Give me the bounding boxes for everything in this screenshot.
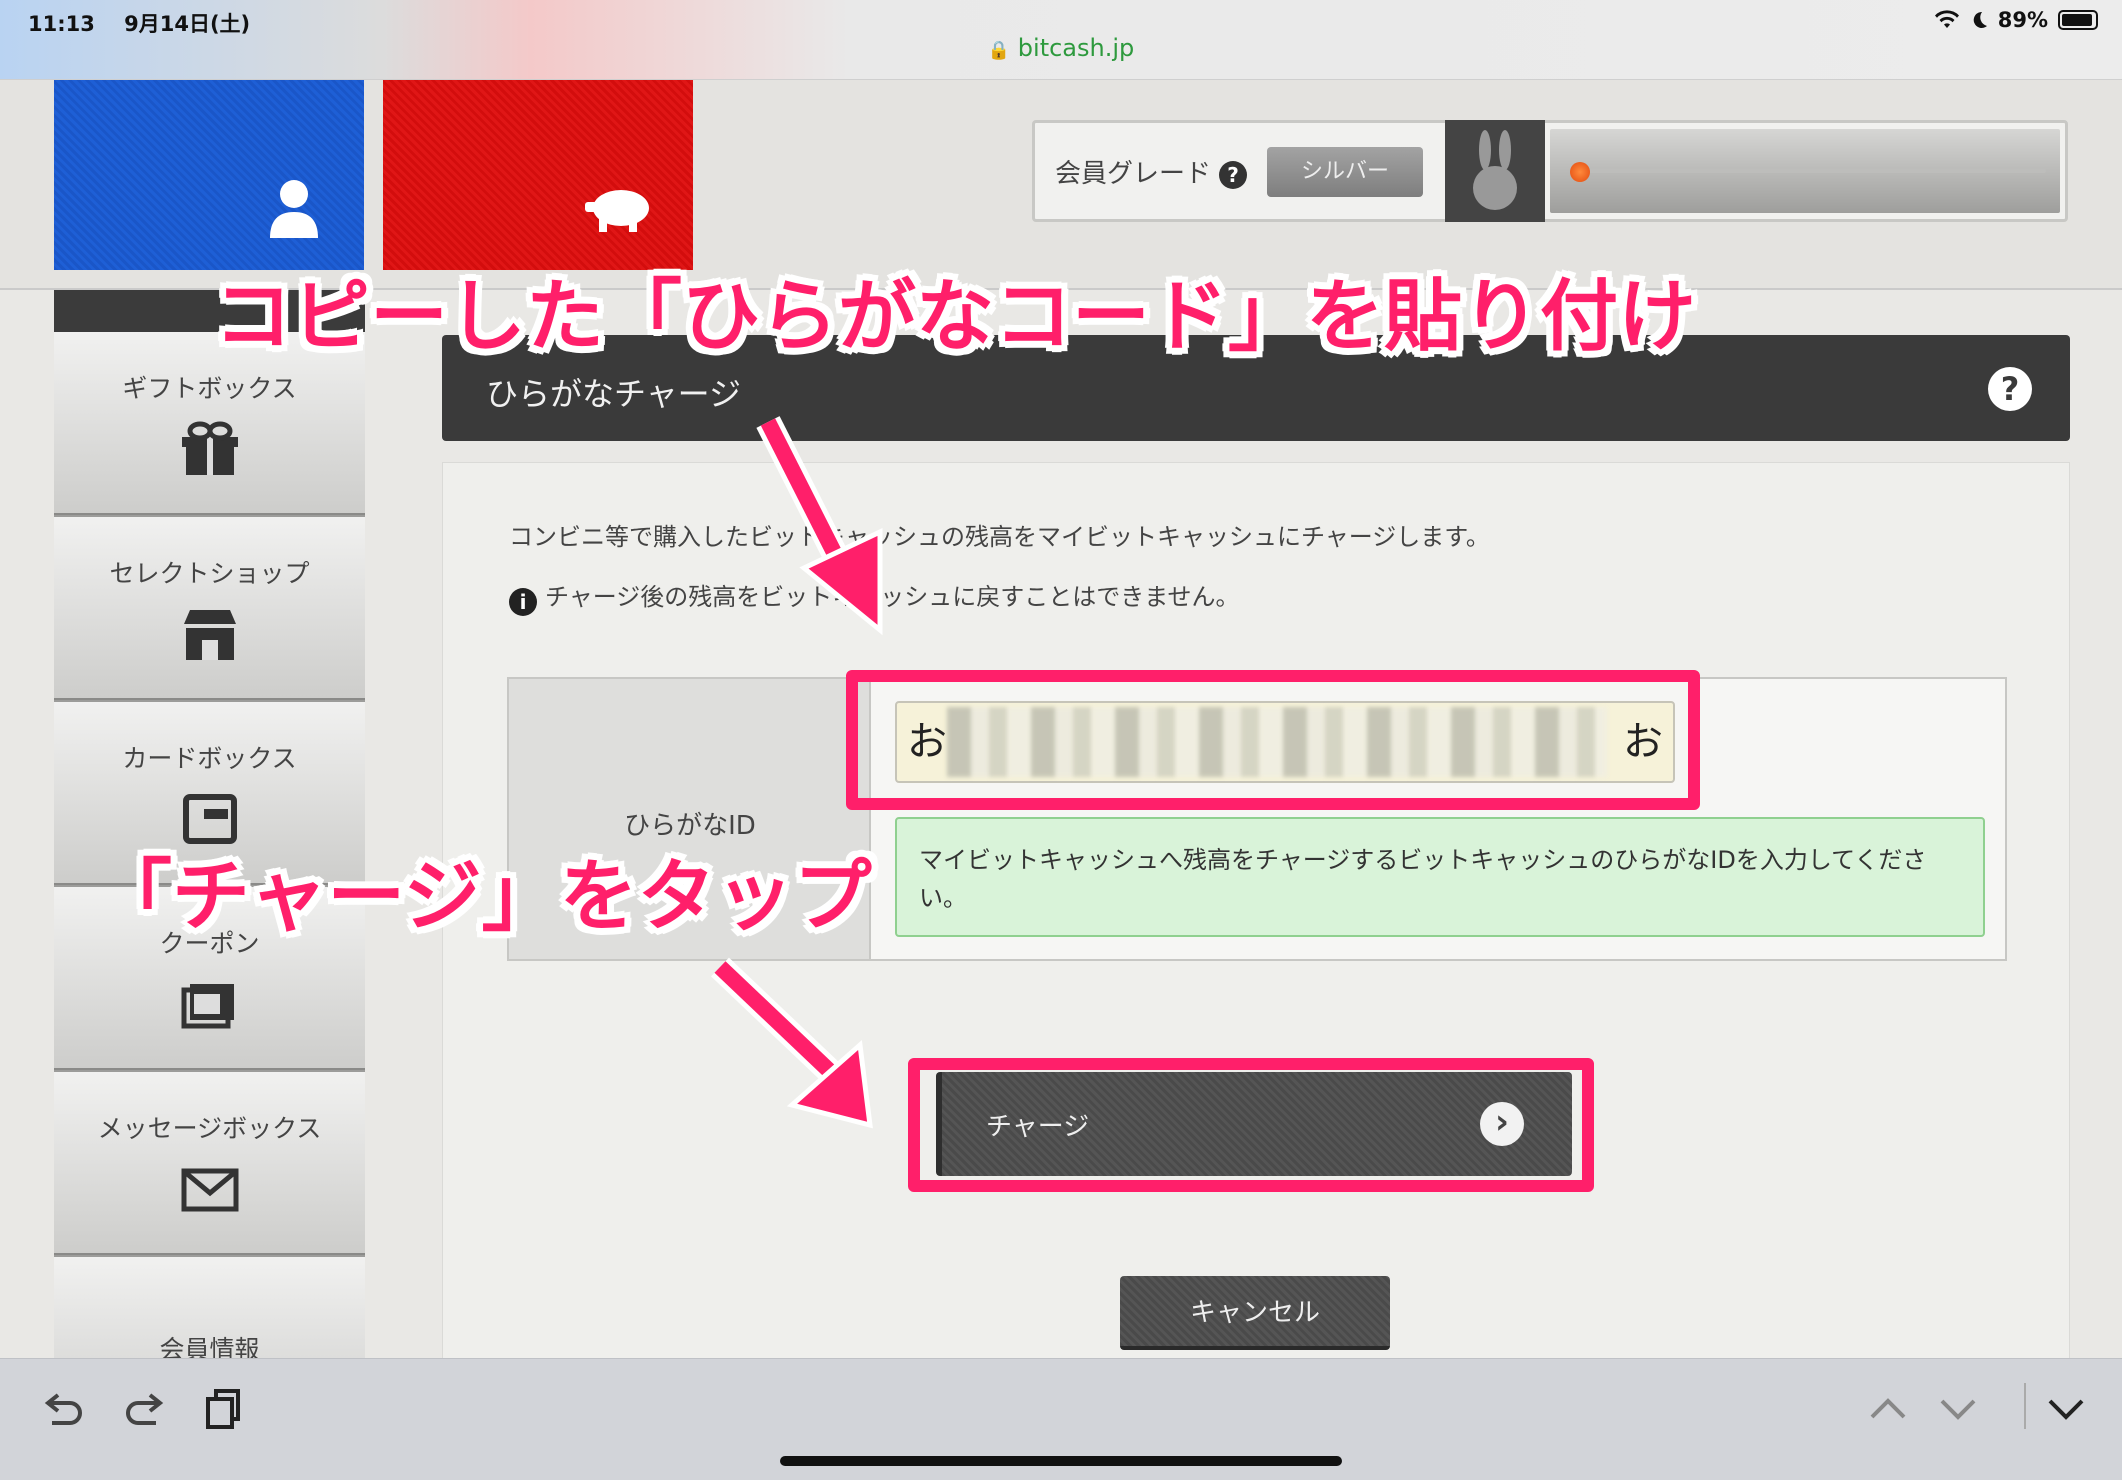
mail-icon [180, 1161, 240, 1217]
shop-icon [180, 606, 240, 662]
savings-tile[interactable] [383, 80, 693, 270]
grade-progress-meter [1550, 129, 2060, 213]
cancel-button[interactable]: キャンセル [1120, 1276, 1390, 1350]
rabbit-icon [1445, 120, 1545, 222]
piggy-bank-icon [585, 190, 649, 232]
highlight-charge-button [908, 1058, 1594, 1192]
redo-icon[interactable] [122, 1387, 168, 1433]
dismiss-keyboard-icon[interactable] [2044, 1387, 2088, 1431]
sidebar-item-label: ギフトボックス [122, 373, 297, 403]
sidebar-item-label: カードボックス [122, 743, 297, 773]
annotation-paste: コピーした「ひらがなコード」を貼り付け [214, 272, 1697, 362]
member-grade: 会員グレード? シルバー [1032, 120, 2068, 222]
info-icon: i [509, 588, 537, 616]
home-indicator [780, 1456, 1342, 1466]
status-date: 9月14日(土) [124, 12, 251, 36]
chevron-up-icon[interactable] [1866, 1387, 1910, 1431]
arrow-to-input-icon [756, 416, 883, 636]
sidebar-item-label: メッセージボックス [97, 1113, 322, 1143]
input-help-text: マイビットキャッシュへ残高をチャージするビットキャッシュのひらがなIDを入力して… [895, 817, 1985, 937]
url-bar[interactable]: 🔒 bitcash.jp [0, 34, 2122, 62]
undo-icon[interactable] [40, 1387, 86, 1433]
battery-icon [2058, 10, 2098, 30]
page-title: ひらがなチャージ [486, 375, 742, 413]
status-bar: 11:13 9月14日(土) 89% 🔒 bitcash.jp [0, 0, 2122, 80]
arrow-to-charge-icon [711, 957, 873, 1129]
member-tile[interactable] [54, 80, 364, 270]
help-icon[interactable]: ? [1219, 160, 1248, 189]
help-button[interactable]: ? [1988, 367, 2032, 411]
wifi-icon [1934, 10, 1959, 28]
grade-badge: シルバー [1267, 147, 1423, 197]
toolbar-divider [2024, 1383, 2026, 1429]
moon-icon [1973, 11, 1987, 28]
grade-label: 会員グレード? [1055, 153, 1248, 190]
lock-icon: 🔒 [987, 40, 1011, 61]
description-text: コンビニ等で購入したビットキャッシュの残高をマイビットキャッシュにチャージします… [509, 523, 1490, 551]
user-icon [270, 180, 318, 238]
chevron-down-icon[interactable] [1936, 1387, 1980, 1431]
paste-icon[interactable] [204, 1387, 244, 1433]
progress-marker [1570, 162, 1590, 182]
battery-percent: 89% [1997, 8, 2048, 32]
highlight-input-box [846, 670, 1700, 810]
sidebar-item-message-box[interactable]: メッセージボックス [54, 1072, 365, 1255]
url-text: bitcash.jp [1017, 34, 1135, 62]
coupon-icon [180, 976, 240, 1032]
gift-icon [180, 421, 240, 477]
sidebar-nav: ギフトボックス セレクトショップ カードボックス クーポン メッセージボックス … [54, 290, 365, 1440]
status-right: 89% [1934, 8, 2098, 32]
sidebar-item-label: セレクトショップ [109, 558, 310, 588]
status-time: 11:13 [28, 12, 95, 36]
sidebar-item-select-shop[interactable]: セレクトショップ [54, 517, 365, 700]
annotation-tap-charge: 「チャージ」をタップ [94, 852, 872, 942]
